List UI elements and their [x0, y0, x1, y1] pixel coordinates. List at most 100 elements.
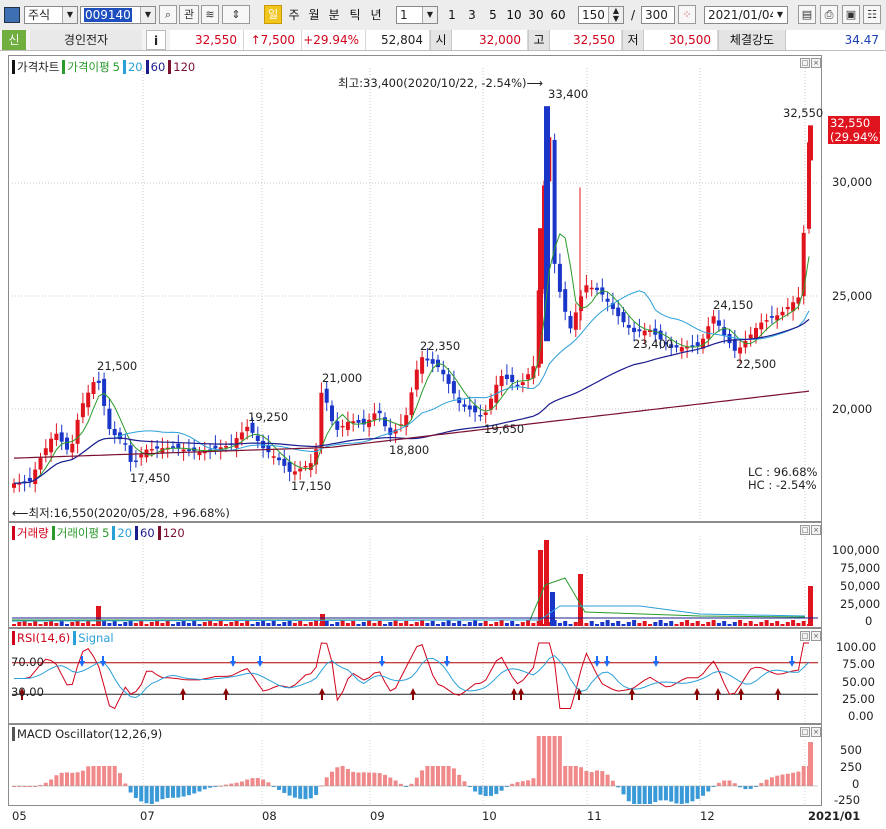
volume-bar — [213, 623, 218, 626]
macd-bar — [388, 777, 393, 786]
volume-bar — [451, 623, 456, 626]
macd-bar — [345, 768, 350, 786]
macd-bar — [324, 777, 329, 786]
macd-bar — [595, 770, 599, 786]
volume-bar — [674, 624, 679, 626]
macd-bar — [663, 786, 668, 801]
volume-bar — [494, 622, 499, 626]
macd-bar — [335, 767, 340, 786]
hc-readout: HC : -2.54% — [748, 478, 817, 492]
volume-bar — [563, 621, 568, 626]
macd-bar — [679, 786, 684, 804]
macd-tick-500: 500 — [840, 743, 862, 757]
price-candle — [695, 342, 700, 346]
volume-bar — [621, 624, 626, 626]
volume-bar — [425, 623, 430, 626]
volume-bar — [308, 622, 313, 626]
volume-bar — [65, 624, 69, 626]
volume-bar — [377, 621, 382, 626]
volume-bar — [589, 621, 594, 626]
macd-bar — [605, 774, 610, 786]
volume-bar — [701, 624, 705, 626]
volume-bar — [383, 624, 387, 626]
macd-bar — [727, 780, 732, 786]
volume-bar — [12, 624, 16, 626]
volume-bar — [372, 623, 377, 626]
macd-bar — [510, 783, 515, 786]
price-candle — [754, 328, 758, 339]
volume-bar — [33, 621, 38, 626]
x-tick-05: 05 — [12, 809, 27, 823]
price-candle — [70, 443, 75, 453]
macd-bar — [473, 786, 478, 792]
macd-bar — [282, 786, 287, 793]
price-candle — [271, 456, 276, 458]
volume-bar — [679, 622, 684, 626]
label-22500: 22,500 — [736, 357, 777, 371]
price-tick-20000: 20,000 — [832, 402, 873, 416]
price-candle — [621, 312, 626, 323]
price-candle — [674, 345, 679, 348]
label-21500: 21,500 — [97, 359, 138, 373]
price-candle — [298, 468, 303, 472]
price-candle — [155, 446, 160, 449]
volume-bar — [144, 624, 149, 626]
price-candle — [255, 435, 260, 441]
volume-bar — [727, 624, 732, 626]
price-candle — [38, 457, 43, 470]
volume-bar — [107, 623, 112, 626]
macd-bar — [409, 783, 414, 786]
volume-bar — [489, 624, 493, 626]
price-candle — [462, 404, 467, 407]
volume-bar — [499, 620, 504, 626]
volume-bar — [748, 621, 753, 626]
price-candle — [626, 324, 631, 328]
macd-bar — [441, 766, 446, 786]
price-candle — [748, 334, 753, 339]
volume-bar — [785, 622, 790, 626]
volume-bar — [473, 620, 478, 626]
macd-bar — [499, 786, 504, 791]
volume-bar — [351, 621, 356, 626]
volume-bar — [531, 623, 536, 626]
macd-last-bar — [808, 742, 813, 786]
label-33400: 33,400 — [548, 87, 589, 101]
label-18800: 18,800 — [389, 443, 430, 457]
macd-bar — [759, 783, 764, 786]
rsi-tick-100: 100.00 — [836, 640, 877, 654]
volume-bar — [118, 624, 122, 626]
price-candle — [91, 382, 96, 395]
volume-bar — [367, 620, 372, 626]
macd-bar — [801, 766, 806, 786]
volume-bar — [414, 622, 419, 626]
macd-bar — [250, 778, 255, 786]
volume-bar — [340, 620, 345, 626]
macd-bar — [430, 766, 435, 786]
volume-bar — [515, 624, 520, 626]
label-17450: 17,450 — [130, 471, 171, 485]
macd-bar — [70, 772, 75, 786]
price-candle — [27, 477, 32, 482]
macd-bar — [600, 771, 605, 786]
chart-canvas — [11, 68, 818, 804]
price-candle — [759, 322, 764, 330]
volume-bar — [759, 622, 764, 626]
volume-bar — [271, 621, 276, 626]
macd-bar — [160, 786, 165, 800]
price-candle — [43, 448, 48, 456]
price-candle — [234, 438, 239, 448]
macd-bar — [245, 779, 250, 786]
macd-bar — [436, 766, 440, 786]
macd-bar — [176, 786, 181, 798]
volume-bar — [324, 621, 329, 626]
price-candle — [409, 392, 414, 416]
price-candle — [727, 333, 732, 344]
volume-bar — [632, 620, 637, 626]
price-candle — [568, 315, 573, 329]
macd-bar — [361, 772, 366, 786]
macd-bar — [229, 783, 234, 786]
macd-bar — [526, 780, 531, 786]
macd-bar — [648, 786, 652, 804]
macd-bar — [298, 786, 303, 799]
macd-bar — [266, 782, 271, 786]
